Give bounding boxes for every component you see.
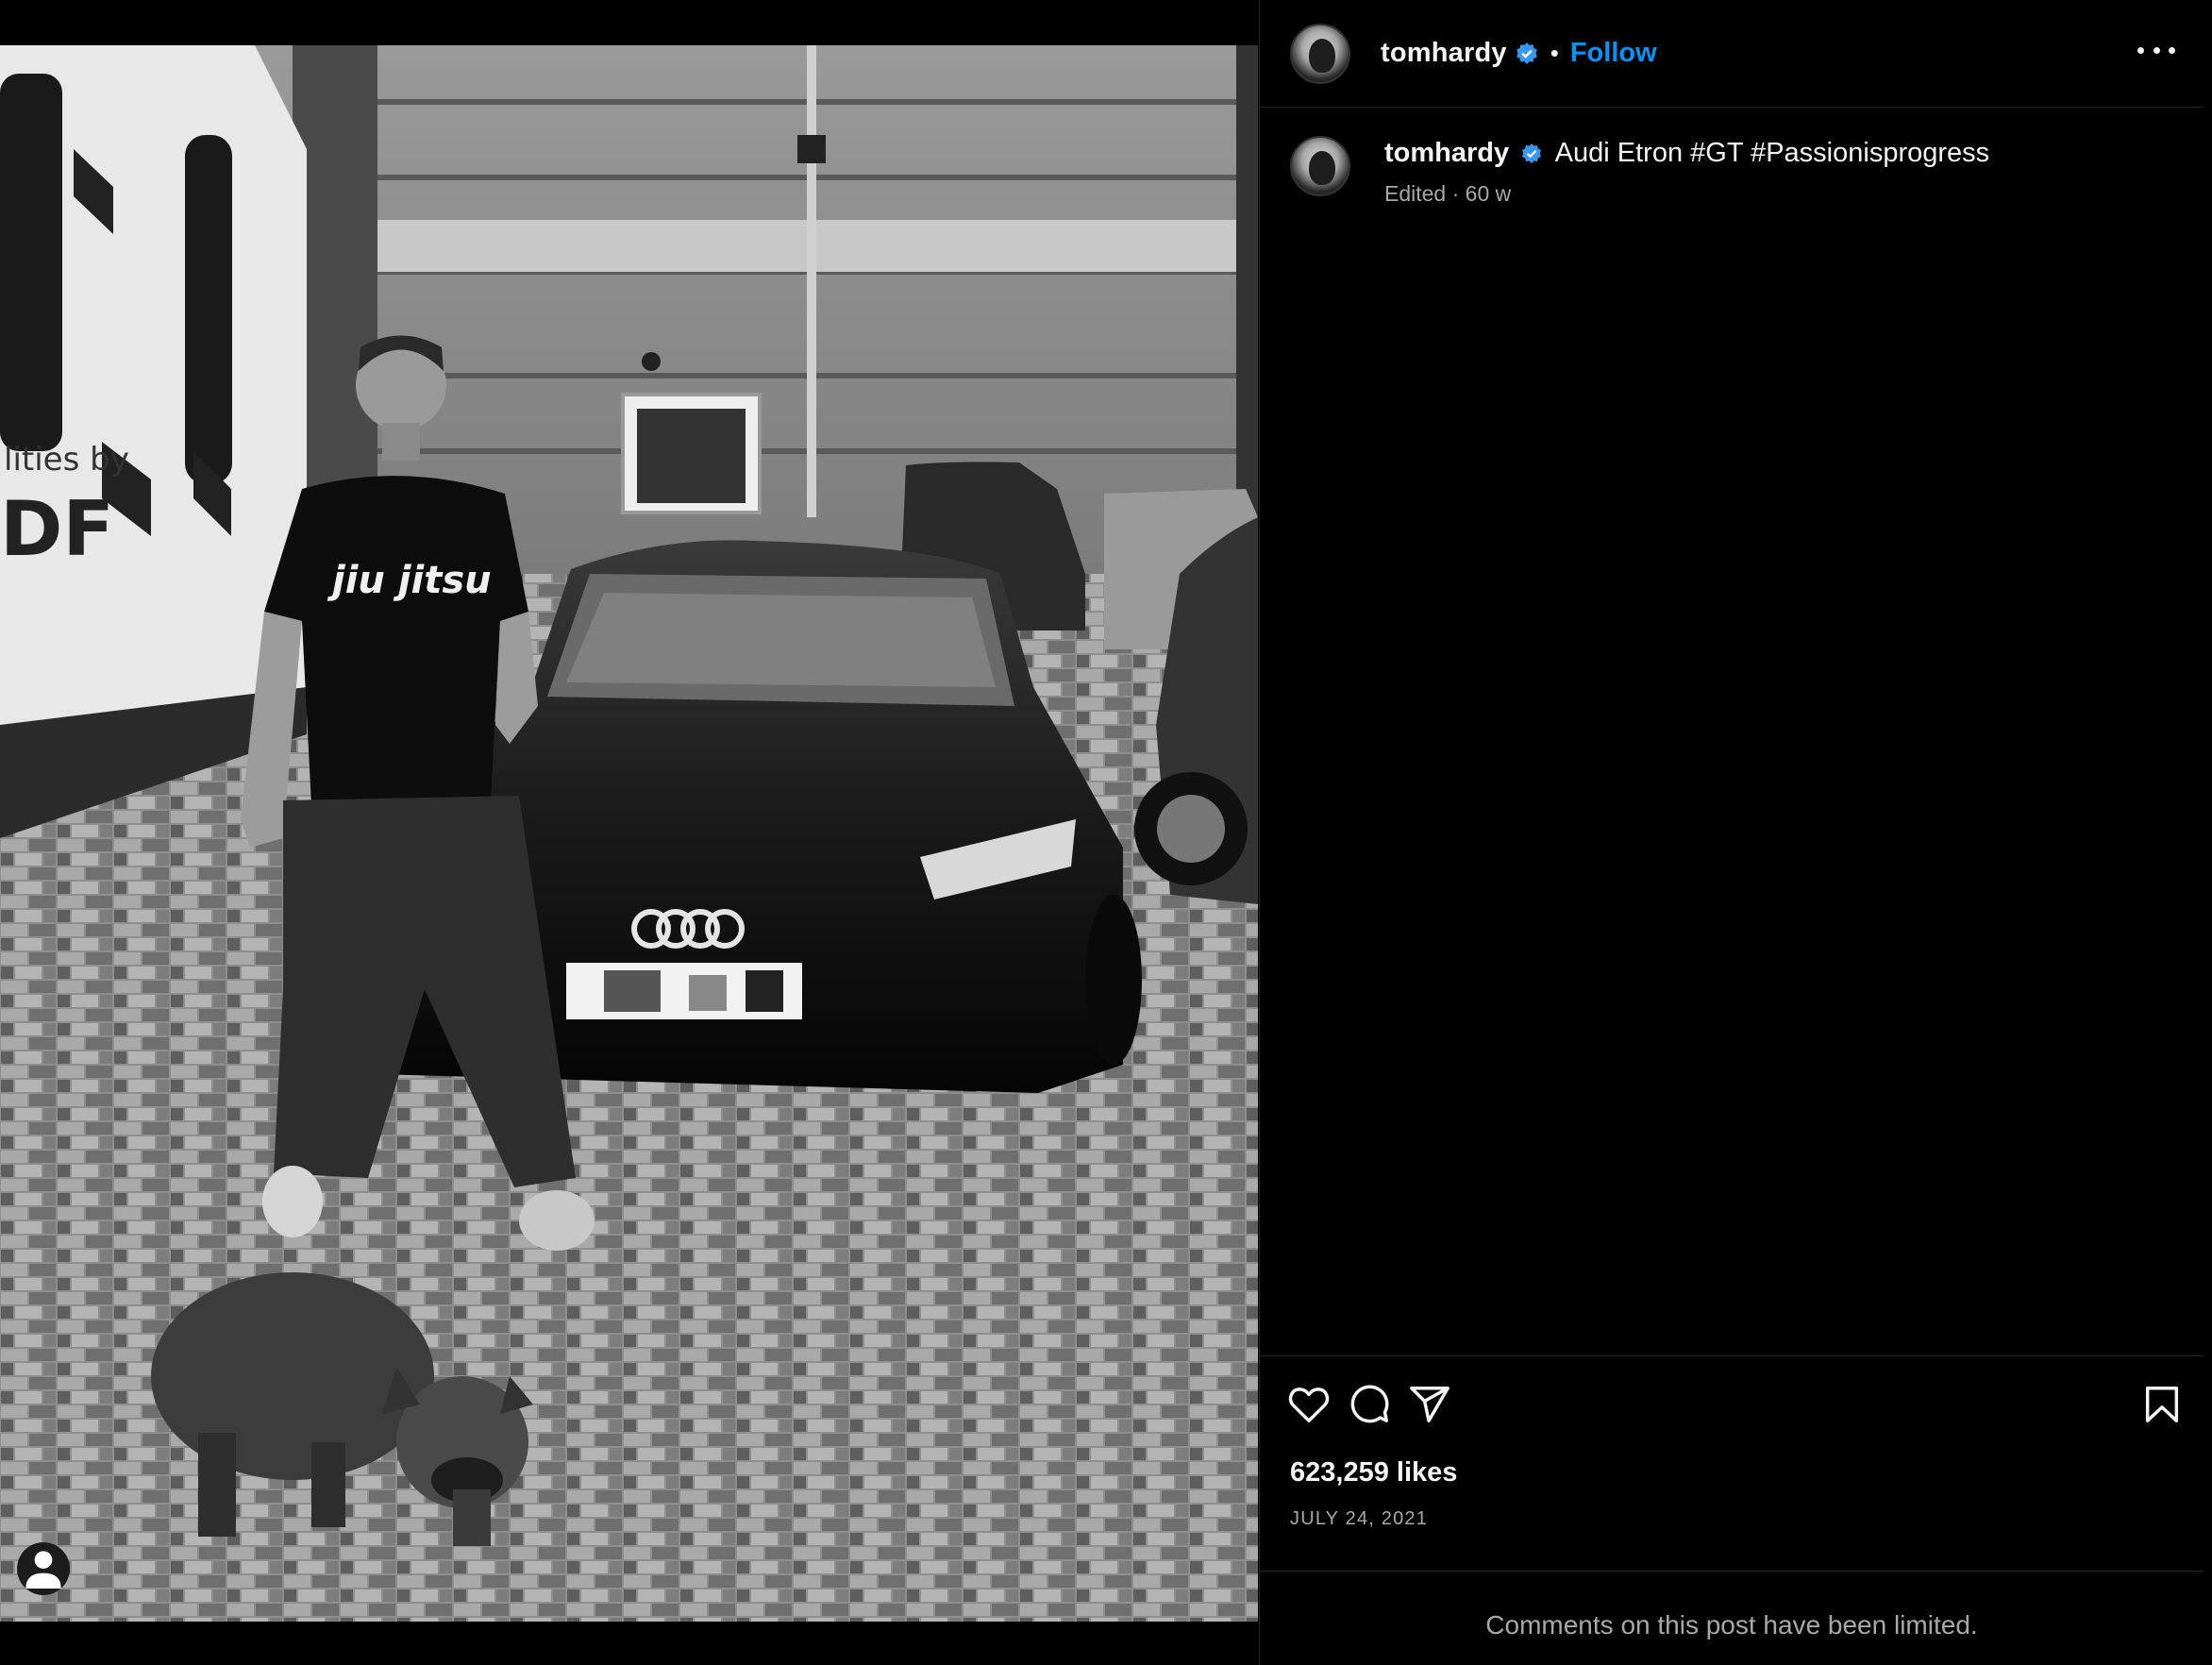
save-button[interactable] xyxy=(2137,1380,2187,1429)
post-details-panel: tomhardy • Follow tomhardy Audi Etron #G… xyxy=(1259,0,2212,1665)
trailer-text-2: DF xyxy=(0,485,114,573)
instagram-post-view: lities by DF jiu jitsu tomhardy • Follow… xyxy=(0,0,2212,1665)
caption-text: Audi Etron #GT #Passionisprogress xyxy=(1554,138,1990,168)
caption-meta: Edited · 60 w xyxy=(1384,181,1512,206)
heart-icon xyxy=(1288,1388,1330,1422)
caption-username[interactable]: tomhardy xyxy=(1384,138,1509,168)
likes-count[interactable]: 623,259 likes xyxy=(1290,1457,1457,1488)
post-date: JULY 24, 2021 xyxy=(1290,1508,1429,1529)
like-button[interactable] xyxy=(1284,1380,1333,1429)
trailer-text-1: lities by xyxy=(4,441,129,479)
verified-badge-icon xyxy=(1516,42,1537,64)
comment-icon xyxy=(1350,1385,1389,1423)
photo-illustration: lities by DF jiu jitsu xyxy=(0,45,1258,1622)
action-bar xyxy=(1288,1380,2187,1433)
send-icon xyxy=(1410,1387,1450,1422)
header-username[interactable]: tomhardy xyxy=(1381,38,1507,69)
caption: tomhardy Audi Etron #GT #Passionisprogre… xyxy=(1384,136,1989,170)
comments-limited-notice: Comments on this post have been limited. xyxy=(1485,1610,1978,1640)
share-button[interactable] xyxy=(1405,1380,1454,1429)
more-options-button[interactable] xyxy=(2137,36,2175,64)
post-photo[interactable]: lities by DF jiu jitsu xyxy=(0,45,1258,1622)
follow-button[interactable]: Follow xyxy=(1570,38,1657,69)
shirt-text: jiu jitsu xyxy=(327,559,492,602)
divider xyxy=(1260,1571,2204,1572)
separator-dot: • xyxy=(1550,39,1559,67)
comment-button[interactable] xyxy=(1345,1380,1394,1429)
bookmark-icon xyxy=(2145,1387,2179,1422)
divider xyxy=(1260,1355,2204,1356)
more-icon xyxy=(2137,46,2144,54)
avatar[interactable] xyxy=(1290,23,1350,84)
user-tag-button[interactable] xyxy=(17,1542,70,1595)
caption-avatar[interactable] xyxy=(1290,136,1350,196)
user-tag-icon xyxy=(25,1551,61,1589)
caption-block: tomhardy Audi Etron #GT #Passionisprogre… xyxy=(1290,136,2177,207)
verified-badge-icon xyxy=(1522,143,1542,164)
post-header: tomhardy • Follow xyxy=(1260,0,2204,108)
